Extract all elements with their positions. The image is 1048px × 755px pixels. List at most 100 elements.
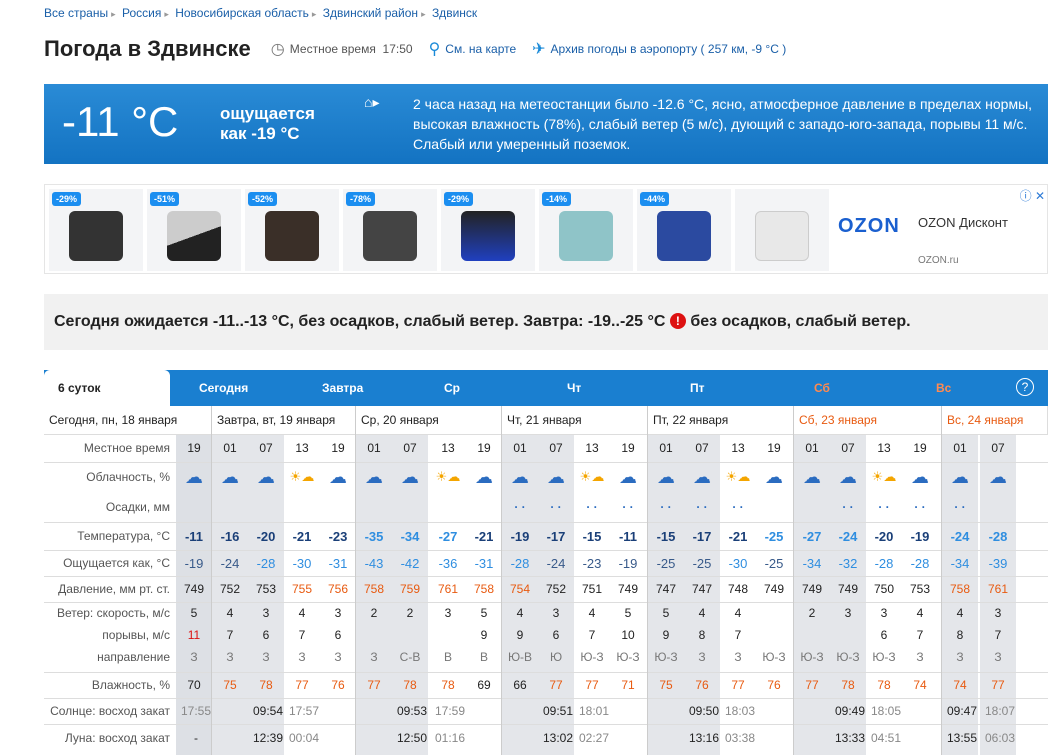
feels-cell: -19	[184, 555, 204, 571]
ad-product[interactable]: -51%	[147, 189, 241, 271]
moonset-cell: 04:51	[870, 731, 902, 745]
ad-info-icon[interactable]: ⓘ ✕	[1020, 187, 1045, 204]
sunset-cell: 17:59	[434, 704, 466, 718]
humidity-cell: 77	[295, 678, 309, 692]
hour-cell: 01	[659, 441, 673, 455]
temp-cell: -21	[292, 528, 312, 544]
summary-text: Сегодня ожидается -11..-13 °С, без осадк…	[54, 313, 666, 330]
discount-badge: -52%	[248, 192, 278, 206]
ad-title[interactable]: OZON Дисконт	[918, 215, 1008, 230]
breadcrumb-all-countries[interactable]: Все страны	[44, 6, 108, 20]
snow-icon: · ·	[954, 500, 966, 514]
temp-cell: -15	[656, 528, 676, 544]
archive-link[interactable]: Архив погоды в аэропорту ( 257 км, -9 °С…	[551, 42, 787, 56]
humidity-cell: 78	[877, 678, 891, 692]
cloud-icon: ☁	[475, 466, 493, 487]
snow-icon: · ·	[878, 500, 890, 514]
tab-6-days[interactable]: 6 суток	[44, 370, 170, 406]
pressure-cell: 752	[545, 582, 567, 596]
pressure-cell: 761	[987, 582, 1009, 596]
row-label-pressure: Давление, мм рт. ст.	[58, 582, 170, 596]
wind-cell: 2	[370, 606, 378, 620]
ad-product[interactable]: -78%	[343, 189, 437, 271]
snow-icon: · ·	[696, 500, 708, 514]
wind-cell: 3	[844, 606, 852, 620]
gust-cell: 11	[187, 628, 201, 642]
gust-cell: 7	[734, 628, 742, 642]
gust-cell	[756, 624, 792, 646]
humidity-cell: 77	[585, 678, 599, 692]
local-time-label: Местное время	[289, 42, 376, 56]
row-label-temp: Температура, °С	[77, 529, 170, 543]
map-link[interactable]: См. на карте	[445, 42, 516, 56]
pressure-cell: 747	[691, 582, 713, 596]
warning-icon[interactable]: !	[669, 313, 686, 329]
pressure-cell: 749	[617, 582, 639, 596]
tab-wed[interactable]: Ср	[430, 370, 550, 406]
current-description: 2 часа назад на метеостанции было -12.6 …	[413, 96, 1033, 152]
ad-product[interactable]: -52%	[245, 189, 339, 271]
wind-cell: 4	[298, 606, 306, 620]
sunset-cell: 18:07	[984, 704, 1016, 718]
humidity-cell: 75	[659, 678, 673, 692]
breadcrumb-town[interactable]: Здвинск	[432, 6, 477, 20]
humidity-cell: 75	[223, 678, 237, 692]
ad-banner[interactable]: -29% -51% -52% -78% -29% -14% -44% OZON …	[44, 184, 1048, 274]
breadcrumb-russia[interactable]: Россия	[122, 6, 161, 20]
pressure-cell: 748	[727, 582, 749, 596]
knife-image	[167, 211, 221, 261]
temp-cell: -21	[474, 528, 494, 544]
gust-cell	[430, 624, 466, 646]
walkie-talkie-image	[69, 211, 123, 261]
cloud-icon: ☁	[401, 466, 419, 487]
tab-sun[interactable]: Вс	[922, 370, 1012, 406]
row-label-feels: Ощущается как, °С	[63, 556, 170, 570]
cloud-icon: ☁	[547, 466, 565, 487]
tab-tomorrow[interactable]: Завтра	[308, 370, 428, 406]
wind-dir-cell: В	[443, 650, 452, 664]
ozon-logo[interactable]: OZON	[838, 215, 900, 238]
sunset-cell: 18:03	[724, 704, 756, 718]
breadcrumb-region[interactable]: Новосибирская область	[175, 6, 309, 20]
breadcrumb-district[interactable]: Здвинский район	[323, 6, 418, 20]
gust-cell: 10	[621, 628, 635, 642]
pressure-cell: 749	[837, 582, 859, 596]
ad-product[interactable]	[735, 189, 829, 271]
feels-cell: -25	[656, 555, 676, 571]
humidity-cell: 77	[805, 678, 819, 692]
tab-today[interactable]: Сегодня	[185, 370, 305, 406]
feels-line2: как -19 °C	[220, 124, 300, 143]
feels-cell: -39	[988, 555, 1008, 571]
shoe-image	[265, 211, 319, 261]
pressure-cell: 758	[949, 582, 971, 596]
ad-product[interactable]: -44%	[637, 189, 731, 271]
temp-cell: -11	[184, 528, 204, 544]
gust-cell	[830, 624, 866, 646]
ad-product[interactable]: -29%	[49, 189, 143, 271]
wind-dir-cell: З	[262, 650, 270, 664]
tab-thu[interactable]: Чт	[553, 370, 673, 406]
wind-cell: 5	[480, 606, 488, 620]
snow-icon: · ·	[514, 500, 526, 514]
gust-cell: 9	[516, 628, 524, 642]
hour-cell: 19	[913, 441, 927, 455]
wind-dir-cell: З	[298, 650, 306, 664]
tab-sat[interactable]: Сб	[800, 370, 920, 406]
help-icon[interactable]: ?	[1016, 378, 1034, 396]
gust-cell	[392, 624, 428, 646]
wind-dir-cell: З	[190, 650, 198, 664]
gust-cell: 8	[956, 628, 964, 642]
ad-product[interactable]: -14%	[539, 189, 633, 271]
archive-link-wrap: ✈ Архив погоды в аэропорту ( 257 км, -9 …	[532, 39, 786, 59]
feels-like: ощущается как -19 °C	[220, 104, 315, 144]
feels-cell: -28	[510, 555, 530, 571]
row-label-gusts: порывы, м/с	[102, 628, 170, 642]
row-label-moon: Луна: восход закат	[64, 731, 170, 745]
pressure-cell: 749	[801, 582, 823, 596]
gust-cell: 8	[698, 628, 706, 642]
wind-dir-cell: З	[370, 650, 378, 664]
tab-fri[interactable]: Пт	[676, 370, 796, 406]
breadcrumb: Все страны ▸ Россия ▸ Новосибирская област…	[44, 6, 478, 20]
wind-cell: 4	[698, 606, 706, 620]
ad-product[interactable]: -29%	[441, 189, 535, 271]
